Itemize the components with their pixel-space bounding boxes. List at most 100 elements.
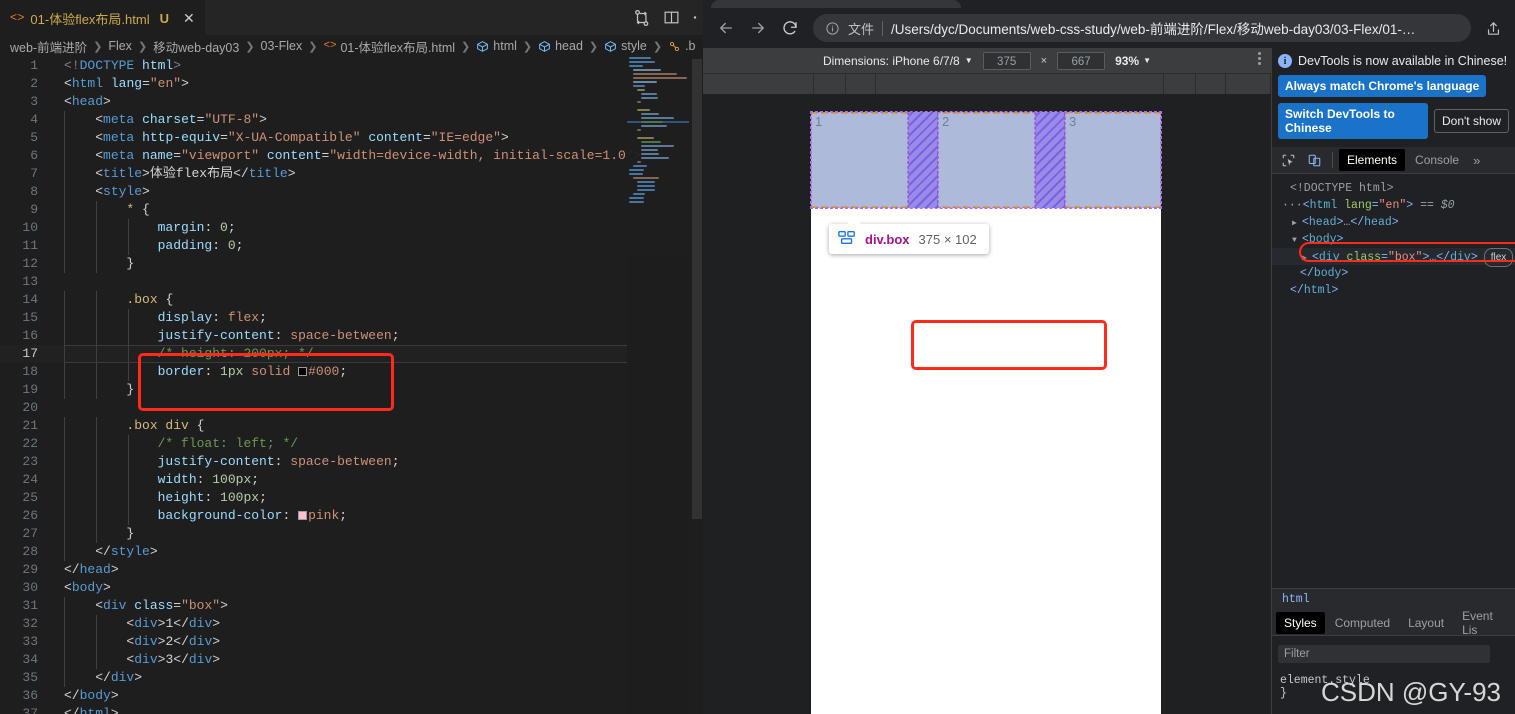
code-line[interactable]: 2 <html lang="en"> (0, 75, 627, 93)
code-line[interactable]: 33 <div>2</div> (0, 633, 627, 651)
code-line[interactable]: 18 border: 1px solid #000; (0, 363, 627, 381)
code-line[interactable]: 23 justify-content: space-between; (0, 453, 627, 471)
device-viewport[interactable]: 1 2 3 div.box 375 × 102 (703, 94, 1271, 714)
share-icon[interactable] (1479, 14, 1507, 42)
editor-tab[interactable]: <> 01-体验flex布局.html U ✕ (0, 0, 205, 35)
code-line[interactable]: 16 justify-content: space-between; (0, 327, 627, 345)
chrome-tab[interactable] (711, 0, 961, 8)
dont-show-button[interactable]: Don't show (1434, 109, 1509, 133)
code-line-active[interactable]: 17 /* height: 200px; */ (0, 345, 627, 363)
omnibox-url[interactable]: /Users/dyc/Documents/web-css-study/web-前… (891, 18, 1459, 38)
device-preset-select[interactable]: Dimensions: iPhone 6/7/8 ▼ (823, 54, 973, 68)
code-line[interactable]: 36 </body> (0, 687, 627, 705)
code-line[interactable]: 29 </head> (0, 561, 627, 579)
breadcrumb-item-4[interactable]: <> 01-体验flex布局.html (323, 37, 455, 56)
code-line[interactable]: 37 </html> (0, 705, 627, 714)
device-zoom-select[interactable]: 93% ▼ (1115, 54, 1151, 68)
code-line[interactable]: 1 <!DOCTYPE html> (0, 57, 627, 75)
breadcrumb-item-5[interactable]: html (476, 39, 517, 53)
breadcrumb-item-1[interactable]: Flex (108, 39, 132, 53)
chevron-right-icon[interactable]: ▶ (1292, 215, 1302, 232)
dom-node-doctype[interactable]: <!DOCTYPE html> (1272, 180, 1515, 197)
omnibox[interactable]: 文件 /Users/dyc/Documents/web-css-study/we… (813, 14, 1471, 42)
device-toolbar-icon[interactable] (1302, 149, 1326, 171)
code-line[interactable]: 27 } (0, 525, 627, 543)
tab-console[interactable]: Console (1407, 149, 1467, 171)
device-height-input[interactable]: 667 (1057, 51, 1106, 70)
device-more-options-icon[interactable] (1258, 52, 1261, 65)
editor-scrollbar-thumb[interactable] (692, 59, 702, 519)
flex-container-highlight[interactable]: 1 2 3 (810, 111, 1162, 209)
rendered-page[interactable]: 1 2 3 div.box 375 × 102 (810, 111, 1162, 714)
dom-node-body-close[interactable]: </body> (1272, 265, 1515, 282)
code-lines[interactable]: 1 <!DOCTYPE html> 2 <html lang="en"> 3 <hea… (0, 57, 641, 714)
code-line[interactable]: 15 display: flex; (0, 309, 627, 327)
code-line[interactable]: 6 <meta name="viewport" content="width=d… (0, 147, 641, 165)
code-line[interactable]: 24 width: 100px; (0, 471, 627, 489)
info-circle-icon[interactable] (825, 21, 840, 36)
code-line[interactable]: 9 * { (0, 201, 627, 219)
breadcrumb-item-3[interactable]: 03-Flex (261, 39, 303, 53)
code-line[interactable]: 21 .box div { (0, 417, 627, 435)
dom-breadcrumb-item-html[interactable]: html (1282, 593, 1310, 606)
code-line[interactable]: 26 background-color: pink; (0, 507, 627, 525)
code-line[interactable]: 7 <title>体验flex布局</title> (0, 165, 627, 183)
code-line[interactable]: 28 </style> (0, 543, 627, 561)
editor-scrollbar[interactable] (689, 57, 703, 714)
code-line[interactable]: 34 <div>3</div> (0, 651, 627, 669)
tab-layout[interactable]: Layout (1400, 612, 1452, 634)
flex-item[interactable]: 1 (811, 112, 908, 208)
split-merge-icon[interactable] (633, 9, 651, 27)
code-line[interactable]: 11 padding: 0; (0, 237, 627, 255)
tab-event-listeners[interactable]: Event Lis (1454, 605, 1512, 641)
code-line[interactable]: 31 <div class="box"> (0, 597, 627, 615)
code-line[interactable]: 35 </div> (0, 669, 627, 687)
styles-filter-input[interactable]: Filter (1278, 645, 1490, 663)
breadcrumb-item-0[interactable]: web-前端进阶 (10, 37, 87, 56)
code-line[interactable]: 8 <style> (0, 183, 627, 201)
always-match-language-button[interactable]: Always match Chrome's language (1278, 75, 1487, 97)
dom-node-div-box[interactable]: ▶ <div class="box">…</div> flex (1272, 248, 1515, 267)
flex-item[interactable]: 2 (938, 112, 1035, 208)
inspect-element-icon[interactable] (1276, 149, 1300, 171)
chevron-down-icon[interactable]: ▼ (1292, 232, 1302, 249)
dom-node-body-open[interactable]: ▼ <body> (1272, 231, 1515, 248)
split-editor-icon[interactable] (663, 9, 681, 27)
code-line[interactable]: 30 <body> (0, 579, 627, 597)
breadcrumb-item-2[interactable]: 移动web-day03 (153, 37, 239, 56)
tooltip-dimensions: 375 × 102 (918, 231, 977, 247)
code-line[interactable]: 13 (0, 273, 627, 291)
code-line[interactable]: 20 (0, 399, 627, 417)
tab-styles[interactable]: Styles (1276, 611, 1325, 634)
switch-to-chinese-button[interactable]: Switch DevTools to Chinese (1278, 103, 1428, 139)
dom-node-head[interactable]: ▶ <head>…</head> (1272, 214, 1515, 231)
tab-computed[interactable]: Computed (1327, 612, 1398, 634)
code-line[interactable]: 12 } (0, 255, 627, 273)
device-width-input[interactable]: 375 (982, 51, 1031, 70)
editor-minimap[interactable] (627, 57, 689, 714)
code-line[interactable]: 3 <head> (0, 93, 627, 111)
code-line[interactable]: 10 margin: 0; (0, 219, 627, 237)
dom-node-html[interactable]: ···<html lang="en"> == $0 (1272, 197, 1515, 214)
code-line[interactable]: 32 <div>1</div> (0, 615, 627, 633)
code-line[interactable]: 22 /* float: left; */ (0, 435, 627, 453)
tab-elements[interactable]: Elements (1339, 149, 1406, 171)
flex-item[interactable]: 3 (1065, 112, 1161, 208)
code-line[interactable]: 14 .box { (0, 291, 627, 309)
breadcrumb-item-7[interactable]: style (604, 39, 647, 53)
code-line[interactable]: 5 <meta http-equiv="X-UA-Compatible" con… (0, 129, 627, 147)
code-editor[interactable]: 1 <!DOCTYPE html> 2 <html lang="en"> 3 <hea… (0, 57, 703, 714)
code-line[interactable]: 19 } (0, 381, 627, 399)
code-line[interactable]: 25 height: 100px; (0, 489, 627, 507)
close-icon[interactable]: ✕ (183, 11, 195, 25)
code-line[interactable]: 4 <meta charset="UTF-8"> (0, 111, 627, 129)
more-actions-icon[interactable] (693, 9, 699, 27)
reload-icon[interactable] (775, 13, 805, 43)
breadcrumb-item-8[interactable]: .b (668, 39, 696, 53)
back-arrow-icon[interactable] (711, 13, 741, 43)
more-tabs-icon[interactable]: » (1469, 153, 1484, 168)
forward-arrow-icon[interactable] (743, 13, 773, 43)
dom-node-html-close[interactable]: </html> (1272, 282, 1515, 299)
dom-tree[interactable]: <!DOCTYPE html> ···<html lang="en"> == $… (1272, 174, 1515, 614)
breadcrumb-item-6[interactable]: head (538, 39, 583, 53)
